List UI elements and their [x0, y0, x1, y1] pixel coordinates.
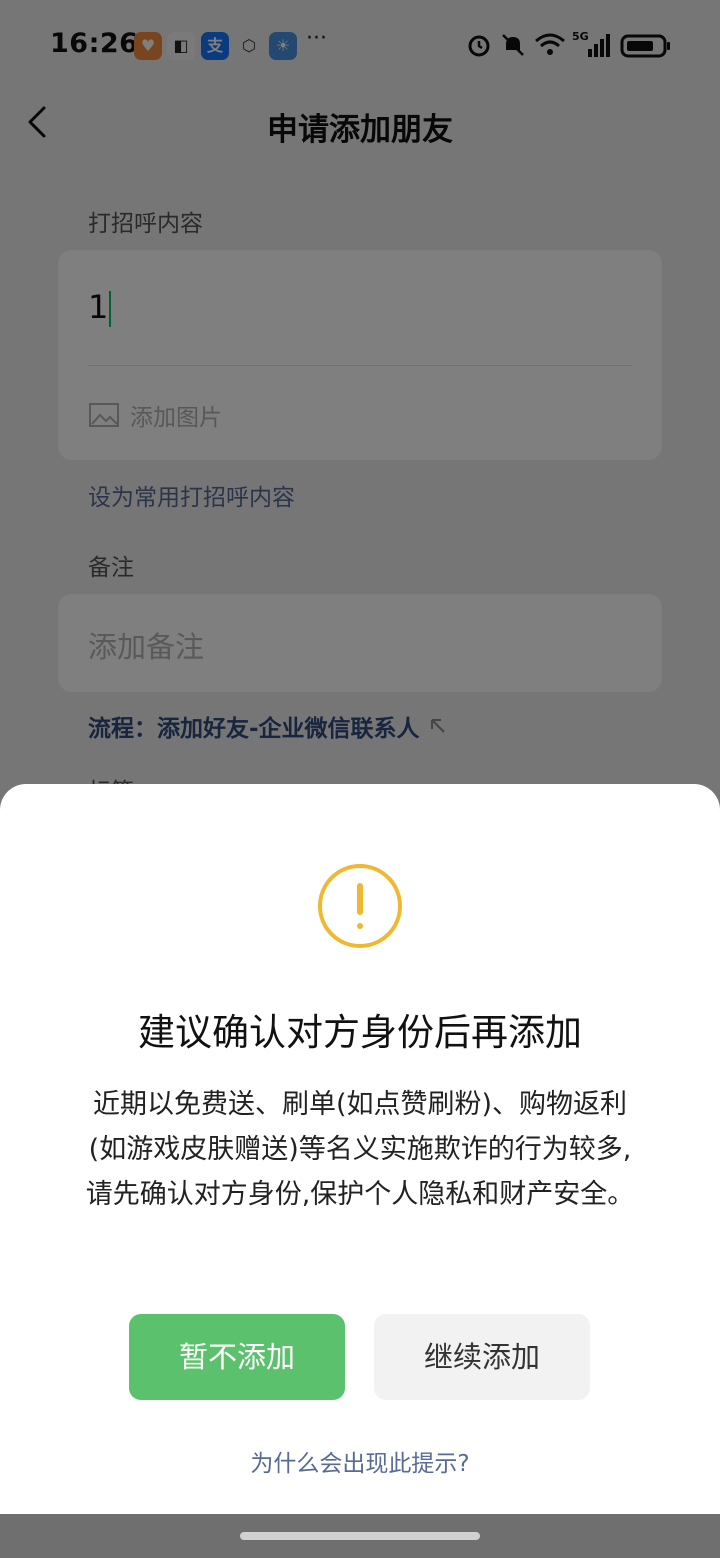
system-nav-bar — [0, 1514, 720, 1558]
dialog-message-line: (如游戏皮肤赠送)等名义实施欺诈的行为较多, — [88, 1134, 632, 1165]
home-indicator[interactable] — [240, 1532, 480, 1540]
dialog-title: 建议确认对方身份后再添加 — [138, 1011, 582, 1054]
warning-icon-bar — [357, 883, 363, 915]
dont-add-button[interactable]: 暂不添加 — [129, 1314, 345, 1400]
dialog-message-line: 近期以免费送、刷单(如点赞刷粉)、购物返利 — [92, 1089, 628, 1120]
warning-icon-dot — [357, 923, 363, 929]
warning-dialog: 建议确认对方身份后再添加 近期以免费送、刷单(如点赞刷粉)、购物返利 (如游戏皮… — [0, 784, 720, 1514]
continue-add-button[interactable]: 继续添加 — [374, 1314, 590, 1400]
why-prompt-link[interactable]: 为什么会出现此提示? — [0, 1444, 720, 1478]
dialog-message-line: 请先确认对方身份,保护个人隐私和财产安全。 — [85, 1179, 635, 1210]
warning-icon — [318, 864, 402, 948]
dialog-message: 近期以免费送、刷单(如点赞刷粉)、购物返利 (如游戏皮肤赠送)等名义实施欺诈的行… — [30, 1082, 690, 1217]
